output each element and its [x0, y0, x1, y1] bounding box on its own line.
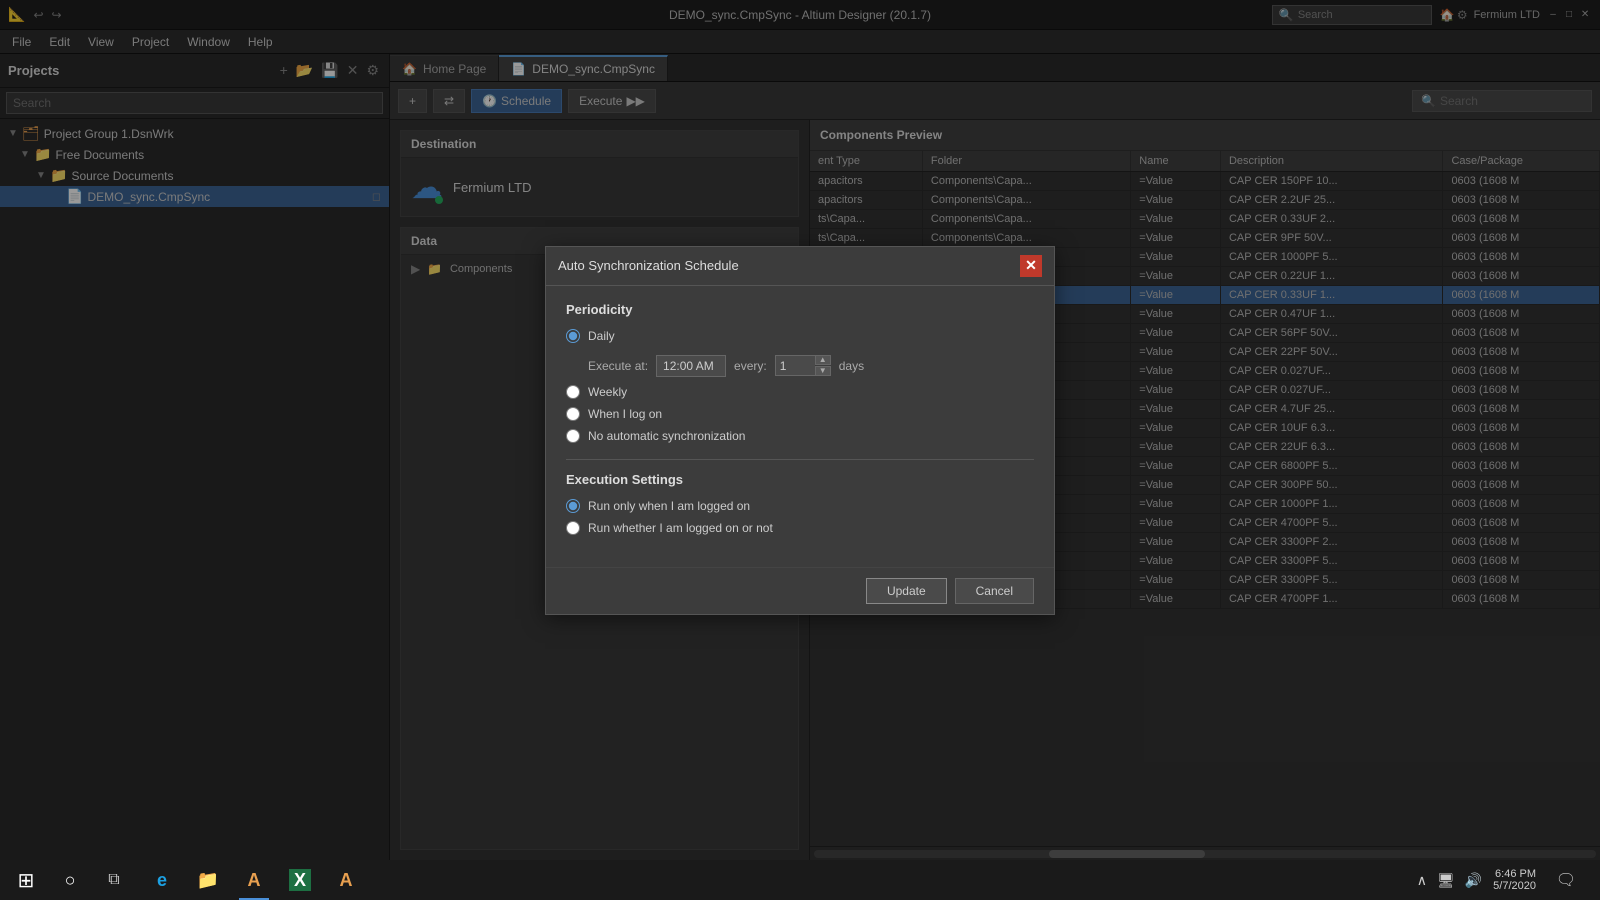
execution-settings-title: Execution Settings: [566, 472, 1034, 487]
clock[interactable]: 6:46 PM 5/7/2020: [1489, 868, 1540, 892]
modal-body: Periodicity Daily Execute at: every: ▲ ▼: [546, 286, 1054, 567]
network-icon[interactable]: 🖥: [1434, 872, 1458, 889]
modal-overlay: Auto Synchronization Schedule ✕ Periodic…: [0, 0, 1600, 860]
taskbar-task-view[interactable]: ⧉: [92, 860, 136, 900]
radio-logon-label: When I log on: [588, 407, 662, 421]
execute-at-row: Execute at: every: ▲ ▼ days: [588, 355, 1034, 377]
cancel-button[interactable]: Cancel: [955, 578, 1034, 604]
altium-2-icon: A: [340, 870, 353, 891]
radio-weekly-input[interactable]: [566, 385, 580, 399]
every-label: every:: [734, 359, 767, 373]
start-icon: ⊞: [18, 868, 35, 893]
edge-icon: e: [157, 870, 167, 891]
execution-radio-group: Run only when I am logged on Run whether…: [566, 499, 1034, 535]
radio-logged-on-label: Run only when I am logged on: [588, 499, 750, 513]
explorer-icon: 📁: [197, 870, 219, 891]
spinner-buttons: ▲ ▼: [815, 355, 831, 376]
start-button[interactable]: ⊞: [4, 860, 48, 900]
modal-title: Auto Synchronization Schedule: [558, 258, 739, 273]
chevron-up-icon[interactable]: ∧: [1414, 872, 1430, 889]
radio-daily[interactable]: Daily: [566, 329, 1034, 343]
update-button[interactable]: Update: [866, 578, 947, 604]
taskbar-altium-1[interactable]: A: [232, 860, 276, 900]
time-display: 6:46 PM: [1493, 868, 1536, 880]
radio-run-always-input[interactable]: [566, 521, 580, 535]
days-label: days: [839, 359, 864, 373]
every-spinner: ▲ ▼: [775, 355, 831, 376]
spinner-up[interactable]: ▲: [815, 355, 831, 365]
periodicity-radio-group: Daily Execute at: every: ▲ ▼ days: [566, 329, 1034, 443]
radio-run-logged-on[interactable]: Run only when I am logged on: [566, 499, 1034, 513]
modal-title-bar: Auto Synchronization Schedule ✕: [546, 247, 1054, 286]
radio-nosync-label: No automatic synchronization: [588, 429, 745, 443]
taskbar-search-icon: ○: [65, 870, 76, 891]
taskbar-center: e 📁 A X A: [140, 860, 368, 900]
execute-at-input[interactable]: [656, 355, 726, 377]
radio-daily-input[interactable]: [566, 329, 580, 343]
every-input[interactable]: [775, 355, 815, 376]
volume-icon[interactable]: 🔊: [1462, 872, 1485, 889]
notification-icon[interactable]: 🗨: [1544, 860, 1588, 900]
modal-divider: [566, 459, 1034, 460]
execute-at-label: Execute at:: [588, 359, 648, 373]
taskbar-excel[interactable]: X: [278, 860, 322, 900]
radio-daily-label: Daily: [588, 329, 615, 343]
task-view-icon: ⧉: [108, 871, 119, 889]
taskbar-edge[interactable]: e: [140, 860, 184, 900]
date-display: 5/7/2020: [1493, 880, 1536, 892]
modal-close-button[interactable]: ✕: [1020, 255, 1042, 277]
taskbar-altium-2[interactable]: A: [324, 860, 368, 900]
altium-1-icon: A: [248, 870, 261, 891]
radio-nosync-input[interactable]: [566, 429, 580, 443]
radio-weekly[interactable]: Weekly: [566, 385, 1034, 399]
radio-logged-on-input[interactable]: [566, 499, 580, 513]
taskbar: ⊞ ○ ⧉ e 📁 A X A ∧ 🖥 🔊 6:46 PM 5/7/2020: [0, 860, 1600, 900]
modal-footer: Update Cancel: [546, 567, 1054, 614]
spinner-down[interactable]: ▼: [815, 366, 831, 376]
taskbar-search[interactable]: ○: [48, 860, 92, 900]
radio-no-sync[interactable]: No automatic synchronization: [566, 429, 1034, 443]
excel-icon: X: [289, 869, 311, 891]
auto-sync-schedule-modal: Auto Synchronization Schedule ✕ Periodic…: [545, 246, 1055, 615]
taskbar-explorer[interactable]: 📁: [186, 860, 230, 900]
radio-run-always-label: Run whether I am logged on or not: [588, 521, 773, 535]
radio-when-log-on[interactable]: When I log on: [566, 407, 1034, 421]
radio-run-always[interactable]: Run whether I am logged on or not: [566, 521, 1034, 535]
periodicity-title: Periodicity: [566, 302, 1034, 317]
speech-bubble-icon: 🗨: [1556, 870, 1576, 890]
taskbar-right: ∧ 🖥 🔊 6:46 PM 5/7/2020 🗨: [1414, 860, 1596, 900]
radio-weekly-label: Weekly: [588, 385, 627, 399]
radio-logon-input[interactable]: [566, 407, 580, 421]
